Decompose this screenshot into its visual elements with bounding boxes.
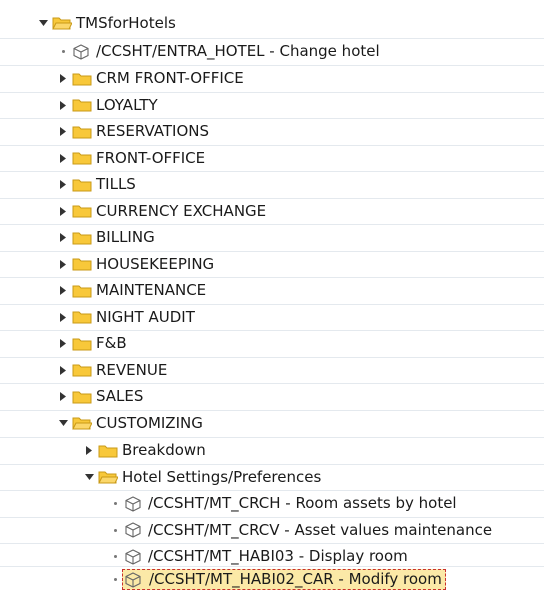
- tree-node-label: TILLS: [96, 175, 136, 194]
- tree-node-label: CRM FRONT-OFFICE: [96, 69, 244, 88]
- tree-node-folder[interactable]: CURRENCY EXCHANGE: [0, 197, 544, 225]
- tree-node-label: Breakdown: [122, 441, 206, 460]
- tree-node-label: /CCSHT/MT_CRCH - Room assets by hotel: [148, 494, 457, 513]
- folder-icon: [72, 230, 92, 246]
- expand-right-arrow-icon[interactable]: [58, 127, 68, 137]
- tree-node-transaction[interactable]: /CCSHT/ENTRA_HOTEL - Change hotel: [0, 38, 544, 65]
- expand-right-arrow-icon[interactable]: [58, 153, 68, 163]
- expand-right-arrow-icon[interactable]: [58, 206, 68, 216]
- tree-node-folder[interactable]: TILLS: [0, 171, 544, 198]
- folder-icon: [72, 283, 92, 299]
- open-folder-icon: [98, 469, 118, 485]
- tree-node-folder[interactable]: F&B: [0, 330, 544, 357]
- tree-node-transaction-selected[interactable]: /CCSHT/MT_HABI02_CAR - Modify room: [0, 566, 544, 593]
- folder-icon: [72, 256, 92, 272]
- tree-node-folder[interactable]: CRM FRONT-OFFICE: [0, 65, 544, 92]
- tree-node-label: BILLING: [96, 228, 155, 247]
- tree-node-label: RESERVATIONS: [96, 122, 210, 141]
- expand-right-arrow-icon[interactable]: [58, 392, 68, 402]
- folder-icon: [72, 336, 92, 352]
- tree-node-transaction[interactable]: /CCSHT/MT_CRCV - Asset values maintenanc…: [0, 516, 544, 544]
- tree-node-label: F&B: [96, 334, 127, 353]
- menu-tree: TMSforHotels /CCSHT/ENTRA_HOTEL - Change…: [0, 0, 544, 592]
- transaction-cube-icon: [124, 496, 144, 512]
- tree-node-label: LOYALTY: [96, 95, 158, 114]
- transaction-cube-icon: [124, 572, 144, 588]
- expand-right-arrow-icon[interactable]: [58, 365, 68, 375]
- tree-node-label: /CCSHT/MT_HABI02_CAR - Modify room: [122, 569, 446, 591]
- tree-node-folder[interactable]: FRONT-OFFICE: [0, 144, 544, 172]
- tree-node-folder[interactable]: NIGHT AUDIT: [0, 303, 544, 331]
- bullet-icon: [110, 575, 120, 585]
- open-folder-icon: [52, 15, 72, 31]
- folder-icon: [72, 150, 92, 166]
- tree-node-label: Hotel Settings/Preferences: [122, 467, 322, 486]
- tree-node-label: MAINTENANCE: [96, 281, 207, 300]
- tree-node-folder[interactable]: HOUSEKEEPING: [0, 250, 544, 278]
- transaction-cube-icon: [72, 44, 92, 60]
- tree-node-folder[interactable]: BILLING: [0, 224, 544, 251]
- transaction-cube-icon: [124, 549, 144, 565]
- tree-node-label: CURRENCY EXCHANGE: [96, 201, 267, 220]
- tree-node-label: FRONT-OFFICE: [96, 148, 206, 167]
- tree-node-folder[interactable]: MAINTENANCE: [0, 277, 544, 304]
- expand-down-arrow-icon[interactable]: [84, 472, 94, 482]
- bullet-icon: [110, 499, 120, 509]
- tree-node-label: TMSforHotels: [76, 13, 176, 32]
- expand-right-arrow-icon[interactable]: [58, 339, 68, 349]
- folder-icon: [72, 71, 92, 87]
- tree-node-folder[interactable]: LOYALTY: [0, 91, 544, 119]
- transaction-cube-icon: [124, 522, 144, 538]
- expand-right-arrow-icon[interactable]: [58, 180, 68, 190]
- folder-icon: [72, 362, 92, 378]
- folder-icon: [72, 309, 92, 325]
- tree-node-label: HOUSEKEEPING: [96, 254, 215, 273]
- tree-node-label: /CCSHT/MT_HABI03 - Display room: [148, 547, 408, 566]
- expand-right-arrow-icon[interactable]: [58, 312, 68, 322]
- tree-node-label: CUSTOMIZING: [96, 413, 203, 432]
- bullet-icon: [58, 47, 68, 57]
- folder-icon: [72, 177, 92, 193]
- expand-right-arrow-icon[interactable]: [58, 100, 68, 110]
- tree-node-breakdown[interactable]: Breakdown: [0, 437, 544, 464]
- expand-right-arrow-icon[interactable]: [84, 446, 94, 456]
- expand-right-arrow-icon[interactable]: [58, 286, 68, 296]
- tree-node-folder[interactable]: SALES: [0, 383, 544, 410]
- tree-node-transaction[interactable]: /CCSHT/MT_CRCH - Room assets by hotel: [0, 490, 544, 517]
- folder-icon: [98, 443, 118, 459]
- expand-down-arrow-icon[interactable]: [58, 418, 68, 428]
- tree-node-folder[interactable]: REVENUE: [0, 356, 544, 384]
- tree-node-folder[interactable]: RESERVATIONS: [0, 118, 544, 145]
- tree-node-root[interactable]: TMSforHotels: [0, 10, 544, 37]
- folder-icon: [72, 203, 92, 219]
- expand-down-arrow-icon[interactable]: [38, 18, 48, 28]
- tree-node-label: NIGHT AUDIT: [96, 307, 195, 326]
- tree-node-label: /CCSHT/ENTRA_HOTEL - Change hotel: [96, 42, 380, 61]
- folder-icon: [72, 124, 92, 140]
- bullet-icon: [110, 552, 120, 562]
- folder-icon: [72, 389, 92, 405]
- bullet-icon: [110, 525, 120, 535]
- tree-node-label: /CCSHT/MT_CRCV - Asset values maintenanc…: [148, 520, 493, 539]
- open-folder-icon: [72, 415, 92, 431]
- tree-node-label: REVENUE: [96, 360, 168, 379]
- tree-node-customizing[interactable]: CUSTOMIZING: [0, 409, 544, 437]
- folder-icon: [72, 97, 92, 113]
- expand-right-arrow-icon[interactable]: [58, 74, 68, 84]
- tree-node-label: SALES: [96, 387, 144, 406]
- expand-right-arrow-icon[interactable]: [58, 233, 68, 243]
- expand-right-arrow-icon[interactable]: [58, 259, 68, 269]
- tree-node-hotel-settings[interactable]: Hotel Settings/Preferences: [0, 463, 544, 491]
